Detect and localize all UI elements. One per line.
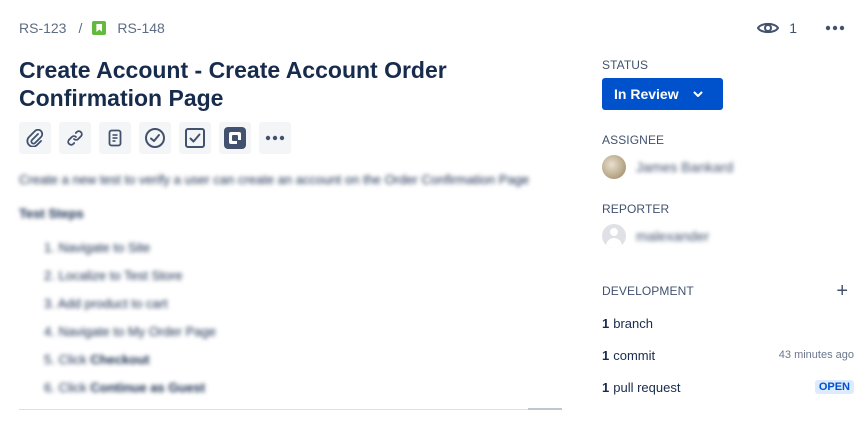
content-divider [19, 408, 562, 410]
branch-label: branch [613, 315, 653, 331]
dev-branch-row[interactable]: 1 branch [602, 307, 854, 339]
check-circle-icon [145, 128, 165, 148]
more-icon [825, 25, 845, 31]
assignee-field[interactable]: James Bankard [602, 155, 854, 179]
checklist-button[interactable] [179, 122, 211, 154]
assignee-name: James Bankard [636, 159, 734, 175]
reporter-label: REPORTER [602, 202, 670, 216]
subtask-button[interactable] [139, 122, 171, 154]
more-icon [265, 135, 285, 141]
status-value: In Review [614, 86, 679, 102]
plus-icon[interactable]: + [836, 281, 848, 301]
attach-button[interactable] [19, 122, 51, 154]
commit-count: 1 [602, 347, 610, 363]
breadcrumb-current-link[interactable]: RS-148 [117, 20, 164, 36]
status-badge: OPEN [814, 380, 854, 394]
development-header: DEVELOPMENT + [602, 281, 854, 301]
app-button[interactable] [219, 122, 251, 154]
list-item: 3. Add product to cart [44, 296, 168, 311]
pr-count: 1 [602, 379, 610, 395]
breadcrumb-separator: / [78, 20, 83, 36]
issue-actions: 1 [757, 16, 847, 40]
branch-count: 1 [602, 315, 610, 331]
link-issue-button[interactable] [59, 122, 91, 154]
commit-label: commit [613, 347, 656, 363]
issue-toolbar [19, 122, 299, 154]
pr-label: pull request [613, 379, 681, 395]
breadcrumb-parent-link[interactable]: RS-123 [19, 20, 66, 36]
more-toolbar-button[interactable] [259, 122, 291, 154]
list-item: 2. Localize to Test Store [44, 268, 183, 283]
list-item: 5. Click Checkout [44, 352, 150, 367]
breadcrumb: RS-123 / RS-148 [19, 19, 165, 37]
test-steps-list: 1. Navigate to Site 2. Localize to Test … [19, 234, 539, 402]
list-item: 6. Click Continue as Guest [44, 380, 206, 395]
more-actions-button[interactable] [823, 16, 847, 40]
reporter-name: malexander [636, 228, 710, 244]
watch-count: 1 [789, 20, 797, 36]
commit-time: 43 minutes ago [778, 349, 854, 361]
reporter-field[interactable]: malexander [602, 224, 854, 248]
watch-button[interactable]: 1 [757, 20, 797, 36]
details-sidebar: STATUS In Review ASSIGNEE James Bankard … [602, 58, 854, 403]
description-intro: Create a new test to verify a user can c… [19, 172, 530, 187]
status-dropdown[interactable]: In Review [602, 78, 723, 110]
app-icon [224, 127, 246, 149]
chevron-down-icon [693, 91, 703, 97]
add-page-button[interactable] [99, 122, 131, 154]
list-item: 1. Navigate to Site [44, 240, 151, 255]
list-item: 4. Navigate to My Order Page [44, 324, 216, 339]
assignee-label: ASSIGNEE [602, 133, 665, 147]
checkbox-icon [185, 128, 205, 148]
issue-title[interactable]: Create Account - Create Account Order Co… [19, 56, 539, 112]
avatar [602, 224, 626, 248]
test-steps-heading: Test Steps [19, 206, 84, 221]
development-label: DEVELOPMENT [602, 284, 694, 298]
eye-icon [757, 22, 780, 34]
development-list: 1 branch 1 commit 43 minutes ago 1 pull req… [602, 307, 854, 403]
issue-description[interactable]: Create a new test to verify a user can c… [19, 168, 539, 402]
page-icon [108, 129, 122, 147]
dev-commit-row[interactable]: 1 commit 43 minutes ago [602, 339, 854, 371]
status-label: STATUS [602, 58, 649, 72]
link-icon [67, 130, 83, 146]
attach-icon [26, 129, 44, 147]
avatar [602, 155, 626, 179]
dev-pr-row[interactable]: 1 pull request OPEN [602, 371, 854, 403]
story-icon [92, 21, 107, 35]
